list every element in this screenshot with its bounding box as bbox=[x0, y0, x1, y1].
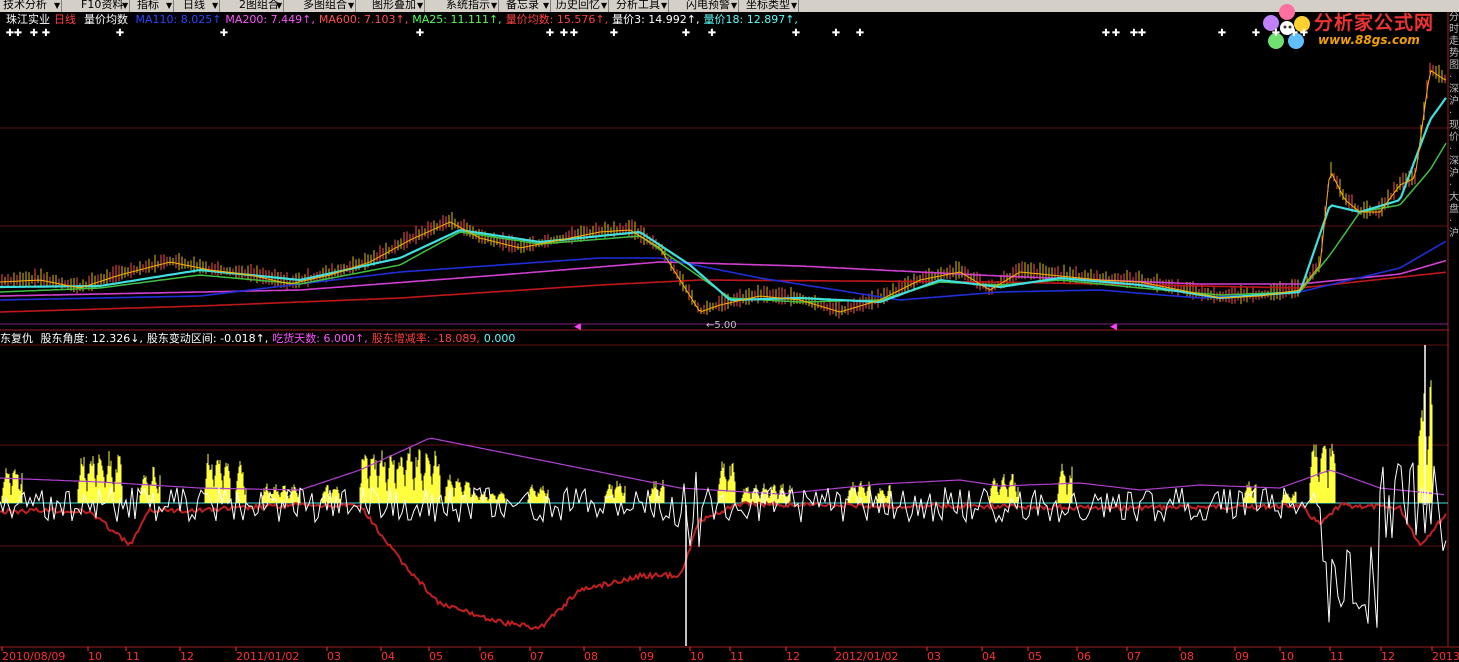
signal-marker: ✚ bbox=[42, 28, 50, 39]
left-marker-icon: ◀ bbox=[574, 322, 581, 332]
time-axis-label: 09 bbox=[1235, 650, 1249, 662]
stock-chart-canvas[interactable]: ✚ ✚ ✚ ✚ ✚ ✚ ✚ ✚ ✚ ✚ ✚ ✚ ✚ ✚ ✚ ✚ ✚ ✚ ✚ ✚ ✚ ✚ ✚ ✚ ✚◀ ◀←5.00 2010/08… bbox=[0, 0, 1459, 662]
signal-marker: ✚ bbox=[30, 28, 38, 39]
time-axis-label: 12 bbox=[1381, 650, 1395, 662]
signal-marker: ✚ bbox=[832, 28, 840, 39]
time-axis-label: 05 bbox=[1028, 650, 1042, 662]
signal-marker: ✚ bbox=[546, 28, 554, 39]
time-axis-label: 09 bbox=[640, 650, 654, 662]
time-axis-label: 12 bbox=[180, 650, 194, 662]
signal-marker: ✚ bbox=[570, 28, 578, 39]
signal-marker: ✚ bbox=[708, 28, 716, 39]
low-price-annotation: ←5.00 bbox=[706, 320, 737, 331]
time-axis-label: 2010/08/09 bbox=[2, 650, 65, 662]
red-indicator-line bbox=[0, 499, 1447, 631]
signal-marker: ✚ bbox=[1112, 28, 1120, 39]
signal-marker: ✚ bbox=[1300, 28, 1308, 39]
ma25-line bbox=[0, 142, 1447, 303]
time-axis-label: 05 bbox=[429, 650, 443, 662]
signal-marker: ✚ bbox=[220, 28, 228, 39]
time-axis-label: 03 bbox=[327, 650, 341, 662]
time-axis-label: 06 bbox=[480, 650, 494, 662]
time-axis-label: 04 bbox=[381, 650, 395, 662]
signal-marker: ✚ bbox=[560, 28, 568, 39]
signal-marker: ✚ bbox=[14, 28, 22, 39]
signal-marker: ✚ bbox=[116, 28, 124, 39]
signal-marker: ✚ bbox=[1290, 28, 1298, 39]
time-axis-label: 10 bbox=[690, 650, 704, 662]
signal-marker: ✚ bbox=[416, 28, 424, 39]
time-axis-label: 07 bbox=[1127, 650, 1141, 662]
price-panel: ✚ ✚ ✚ ✚ ✚ ✚ ✚ ✚ ✚ ✚ ✚ ✚ ✚ ✚ ✚ ✚ ✚ ✚ ✚ ✚ ✚ ✚ ✚ ✚ ✚◀ ◀←5.00 bbox=[0, 28, 1447, 332]
time-axis-label: 03 bbox=[927, 650, 941, 662]
signal-marker: ✚ bbox=[610, 28, 618, 39]
time-axis-label: 11 bbox=[1330, 650, 1344, 662]
time-axis-label: 08 bbox=[584, 650, 598, 662]
signal-marker: ✚ bbox=[682, 28, 690, 39]
time-axis-label: 2011/01/02 bbox=[236, 650, 299, 662]
signal-marker: ✚ bbox=[1272, 28, 1280, 39]
signal-marker: ✚ bbox=[792, 28, 800, 39]
time-axis-label: 07 bbox=[530, 650, 544, 662]
signal-marker: ✚ bbox=[1218, 28, 1226, 39]
time-axis-label: 08 bbox=[1180, 650, 1194, 662]
time-axis-label: 12 bbox=[786, 650, 800, 662]
signal-marker: ✚ bbox=[1252, 28, 1260, 39]
time-axis-label: 11 bbox=[126, 650, 140, 662]
time-axis-label: 11 bbox=[730, 650, 744, 662]
time-axis-label: 04 bbox=[982, 650, 996, 662]
time-axis-label: 10 bbox=[88, 650, 102, 662]
signal-marker: ✚ bbox=[856, 28, 864, 39]
signal-marker: ✚ bbox=[1102, 28, 1110, 39]
time-axis: 2010/08/09 10 11 12 2011/01/02 03 04 05 06 07 08 09… bbox=[1, 647, 1459, 662]
signal-marker: ✚ bbox=[1138, 28, 1146, 39]
left-marker-icon: ◀ bbox=[1110, 322, 1117, 332]
time-axis-label: 06 bbox=[1077, 650, 1091, 662]
time-axis-label: 2013/01 bbox=[1432, 650, 1459, 662]
indicator-panel bbox=[0, 345, 1448, 646]
time-axis-label: 2012/01/02 bbox=[835, 650, 898, 662]
time-axis-label: 10 bbox=[1280, 650, 1294, 662]
